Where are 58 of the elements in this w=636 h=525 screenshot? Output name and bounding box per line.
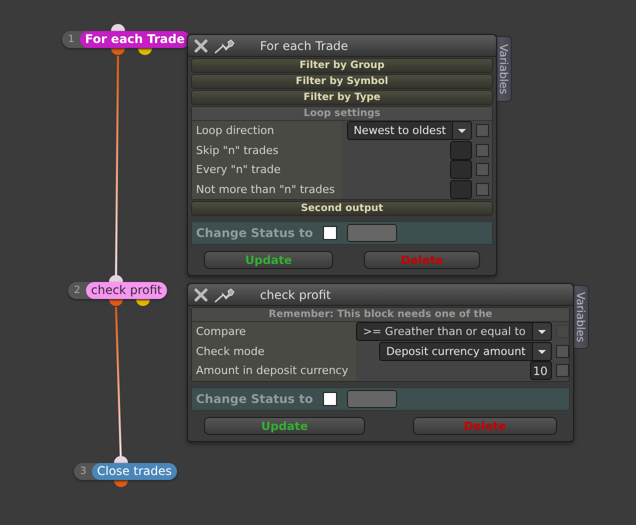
row-label: Skip "n" trades [192,140,342,160]
status-label: Change Status to [196,226,313,240]
panel-title: check profit [260,288,331,302]
checkbox[interactable] [476,163,489,176]
section-header[interactable]: Second output [191,201,493,216]
panel-title: For each Trade [260,38,348,52]
node-label[interactable]: check profit [86,282,167,299]
checkbox[interactable] [476,182,489,196]
node-number: 1 [68,34,76,45]
output-port[interactable] [138,48,152,55]
caret-icon[interactable] [532,342,551,360]
row-label: Every "n" trade [192,160,342,180]
status-field[interactable] [346,390,397,408]
close-icon[interactable] [194,288,208,302]
section-header[interactable]: Filter by Symbol [191,74,493,89]
group-title: Loop settings [192,107,492,121]
checkbox[interactable] [476,124,489,138]
node-pill[interactable]: 2 check profit [68,282,167,299]
node-pill[interactable]: 1 For each Trade [62,31,190,48]
pin-icon[interactable] [214,38,236,54]
group-title: Remember: This block needs one of the [192,308,569,322]
output-port[interactable] [136,299,150,306]
variables-tab[interactable]: Variables [496,36,512,102]
dropdown[interactable]: Deposit currency amount [379,342,552,361]
close-icon[interactable] [194,38,208,52]
variables-tab[interactable]: Variables [573,285,589,349]
section-header[interactable]: Filter by Type [191,90,493,105]
input-port[interactable] [109,275,123,282]
status-label: Change Status to [196,392,313,406]
node-label[interactable]: For each Trade [80,31,190,48]
checkbox[interactable] [476,144,489,157]
caret-icon[interactable] [452,122,471,140]
section-header[interactable]: Filter by Group [191,58,493,73]
node-number: 2 [74,285,82,296]
number-field[interactable]: 10 [530,361,552,380]
output-port[interactable] [114,480,128,487]
row-label: Check mode [192,342,356,361]
number-field[interactable] [450,140,472,160]
node-pill[interactable]: 3 Close trades [74,463,177,480]
row-label: Compare [192,322,356,342]
status-color-swatch[interactable] [322,392,337,406]
checkbox[interactable] [556,344,569,358]
number-field[interactable] [450,180,472,199]
status-field[interactable] [346,224,397,242]
output-port[interactable] [111,48,125,55]
status-color-swatch[interactable] [322,226,337,240]
pin-icon[interactable] [214,286,236,302]
input-port[interactable] [111,24,125,31]
node-number: 3 [80,466,88,477]
row-label: Not more than "n" trades [192,180,342,199]
row-label: Amount in deposit currency [192,361,356,380]
node-label[interactable]: Close trades [92,463,177,480]
row-label: Loop direction [192,121,342,140]
input-port[interactable] [114,456,128,463]
output-port[interactable] [109,299,123,306]
number-field[interactable] [450,160,472,180]
checkbox[interactable] [556,364,569,378]
dropdown[interactable]: Newest to oldest [346,121,472,140]
